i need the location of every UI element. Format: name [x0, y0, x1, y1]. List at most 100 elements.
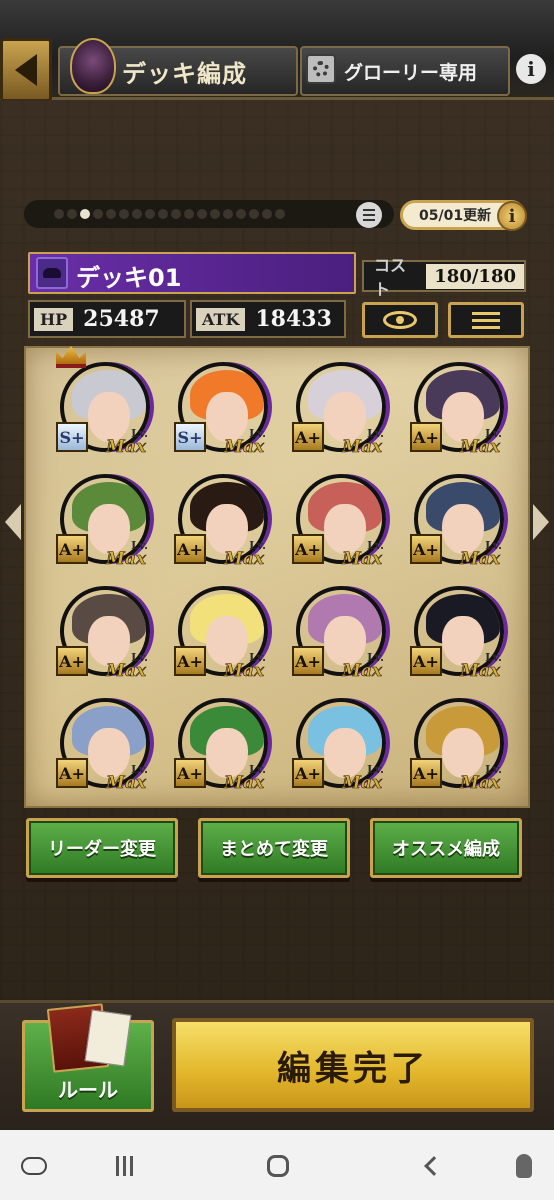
page-dot	[80, 209, 90, 219]
character-card[interactable]: A+ Lv. Max	[394, 354, 506, 462]
game-tools-button[interactable]	[18, 1150, 50, 1182]
level-badge: Lv. Max	[224, 764, 270, 792]
atk-label: ATK	[196, 307, 246, 331]
level-badge: Lv. Max	[342, 764, 388, 792]
level-badge: Lv. Max	[224, 428, 270, 456]
page-dot	[106, 209, 116, 219]
rules-label: ルール	[58, 1078, 118, 1102]
home-icon	[267, 1155, 289, 1177]
level-value: Max	[224, 773, 265, 793]
chevron-right-icon	[533, 504, 549, 540]
page-dot	[262, 209, 272, 219]
update-label: 05/01更新	[419, 208, 492, 224]
character-card[interactable]: A+ Lv. Max	[276, 354, 388, 462]
rank-badge: A+	[292, 422, 324, 452]
bulk-change-button[interactable]: まとめて変更	[198, 818, 350, 878]
level-value: Max	[460, 549, 501, 569]
rank-badge: A+	[410, 758, 442, 788]
page-dot	[54, 209, 64, 219]
rank-badge: A+	[56, 534, 88, 564]
level-badge: Lv. Max	[106, 764, 152, 792]
character-card[interactable]: A+ Lv. Max	[276, 690, 388, 798]
character-card[interactable]: A+ Lv. Max	[276, 466, 388, 574]
touch-assist-button[interactable]	[508, 1150, 540, 1182]
atk-box: ATK 18433	[190, 300, 346, 338]
page-dot	[145, 209, 155, 219]
info-button[interactable]: i	[516, 54, 546, 84]
level-badge: Lv. Max	[106, 428, 152, 456]
prev-deck-button[interactable]	[0, 496, 26, 548]
level-badge: Lv. Max	[342, 428, 388, 456]
info-icon: i	[497, 201, 527, 231]
level-badge: Lv. Max	[342, 652, 388, 680]
character-card[interactable]: S+ Lv. Max	[158, 354, 270, 462]
level-value: Max	[106, 773, 147, 793]
menu-button[interactable]	[448, 302, 524, 338]
rank-badge: A+	[56, 646, 88, 676]
character-card[interactable]: S+ Lv. Max	[40, 346, 152, 462]
character-card[interactable]: A+ Lv. Max	[158, 466, 270, 574]
page-dot	[184, 209, 194, 219]
back-button[interactable]	[0, 38, 52, 102]
rank-badge: S+	[174, 422, 206, 452]
character-card[interactable]: A+ Lv. Max	[394, 466, 506, 574]
character-card[interactable]: A+ Lv. Max	[40, 578, 152, 686]
glory-label: グローリー専用	[344, 62, 478, 84]
update-notice-button[interactable]: 05/01更新 i	[400, 200, 527, 231]
recents-button[interactable]	[108, 1150, 140, 1182]
page-title: デッキ編成	[122, 60, 247, 88]
rank-badge: A+	[292, 758, 324, 788]
level-value: Max	[224, 437, 265, 457]
page-dot	[93, 209, 103, 219]
rank-badge: A+	[410, 422, 442, 452]
page-dot	[158, 209, 168, 219]
cost-label: コスト	[374, 256, 407, 299]
chevron-left-icon	[5, 504, 21, 540]
character-card[interactable]: A+ Lv. Max	[158, 690, 270, 798]
page-dot	[67, 209, 77, 219]
deck-list-icon[interactable]	[356, 202, 382, 228]
deck-page-indicator[interactable]	[24, 200, 394, 228]
level-value: Max	[106, 437, 147, 457]
next-deck-button[interactable]	[528, 496, 554, 548]
character-card[interactable]: A+ Lv. Max	[276, 578, 388, 686]
level-value: Max	[342, 773, 383, 793]
character-card[interactable]: A+ Lv. Max	[394, 578, 506, 686]
character-card[interactable]: A+ Lv. Max	[394, 690, 506, 798]
level-value: Max	[460, 773, 501, 793]
edit-complete-button[interactable]: 編集完了	[172, 1018, 534, 1112]
recents-icon	[115, 1156, 133, 1176]
level-value: Max	[342, 661, 383, 681]
leader-crown-icon	[56, 346, 86, 368]
rank-badge: A+	[410, 534, 442, 564]
character-card[interactable]: A+ Lv. Max	[40, 466, 152, 574]
home-button[interactable]	[262, 1150, 294, 1182]
hp-box: HP 25487	[28, 300, 186, 338]
gamepad-icon	[21, 1157, 47, 1175]
character-card[interactable]: A+ Lv. Max	[158, 578, 270, 686]
rank-badge: A+	[174, 646, 206, 676]
level-value: Max	[224, 549, 265, 569]
level-value: Max	[106, 661, 147, 681]
leader-change-button[interactable]: リーダー変更	[26, 818, 178, 878]
level-value: Max	[460, 661, 501, 681]
cost-value: 180/180	[426, 263, 524, 289]
level-badge: Lv. Max	[224, 540, 270, 568]
deck-emblem-icon	[70, 38, 116, 94]
level-value: Max	[460, 437, 501, 457]
page-dot	[132, 209, 142, 219]
character-card[interactable]: A+ Lv. Max	[40, 690, 152, 798]
system-back-button[interactable]	[418, 1150, 450, 1182]
level-value: Max	[342, 437, 383, 457]
card-grid: S+ Lv. Max S+ Lv. Max A+ Lv. Max A+ Lv. Max A+ Lv. Max…	[24, 346, 530, 808]
page-dot	[223, 209, 233, 219]
level-value: Max	[224, 661, 265, 681]
rank-badge: A+	[292, 646, 324, 676]
page-dot	[249, 209, 259, 219]
level-value: Max	[106, 549, 147, 569]
page-dot	[197, 209, 207, 219]
atk-value: 18433	[255, 306, 332, 332]
recommended-deck-button[interactable]: オススメ編成	[370, 818, 522, 878]
preview-button[interactable]	[362, 302, 438, 338]
page-dot	[210, 209, 220, 219]
